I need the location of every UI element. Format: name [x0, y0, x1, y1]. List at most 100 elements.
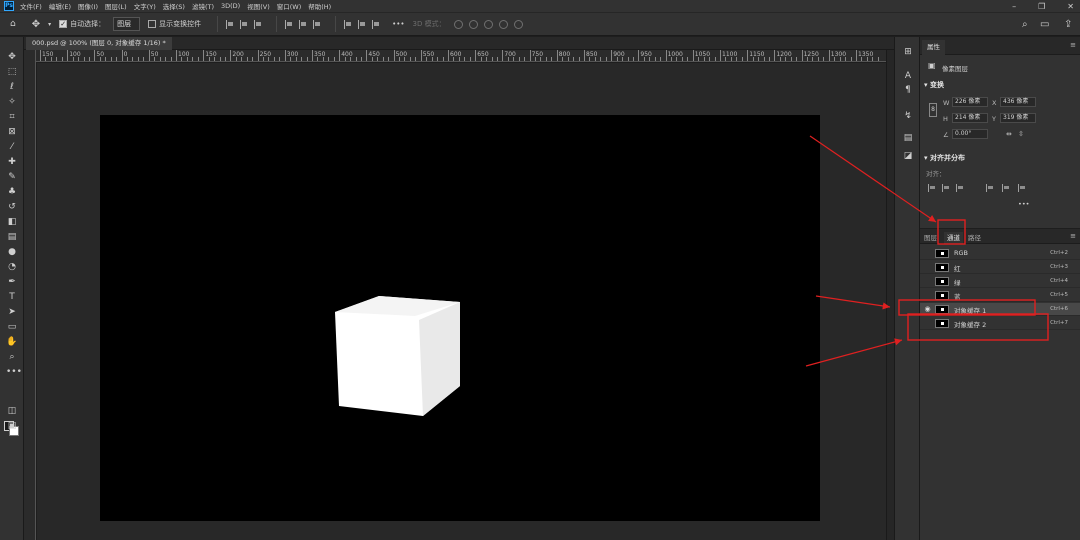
magic-wand-icon[interactable]: ✧ [6, 96, 18, 108]
minimize-icon[interactable]: – [1012, 2, 1016, 11]
height-field[interactable]: 214 像素 [952, 113, 988, 123]
align-vertical-centers-icon[interactable] [1002, 184, 1010, 192]
menu-select[interactable]: 选择(S) [163, 1, 185, 11]
more-tools-icon[interactable]: ••• [6, 366, 22, 378]
3d-slide-icon[interactable] [498, 19, 508, 29]
visibility-eye-icon[interactable] [923, 249, 932, 258]
character-panel-icon[interactable]: A [903, 71, 913, 81]
visibility-eye-icon[interactable] [923, 319, 932, 328]
frame-tool-icon[interactable]: ⊠ [6, 126, 18, 138]
angle-field[interactable]: 0.00° [952, 129, 988, 139]
channel-row[interactable]: RGB Ctrl+2 [920, 247, 1080, 260]
align-bottom-edges-icon[interactable] [1018, 184, 1026, 192]
channel-row[interactable]: ◉ 对象缓存 1 Ctrl+6 [920, 303, 1080, 316]
dodge-tool-icon[interactable]: ◔ [6, 261, 18, 273]
align-top-icon[interactable] [285, 19, 293, 29]
chevron-down-icon[interactable]: ▾ [48, 21, 51, 28]
align-horizontal-centers-icon[interactable] [942, 184, 950, 192]
share-icon[interactable]: ⇪ [1064, 19, 1072, 30]
distribute-vertical-icon[interactable] [358, 19, 366, 29]
menu-layer[interactable]: 图层(L) [105, 1, 127, 11]
lasso-tool-icon[interactable]: ℓ [6, 81, 18, 93]
type-tool-icon[interactable]: T [6, 291, 18, 303]
3d-drag-icon[interactable] [483, 19, 493, 29]
visibility-eye-icon[interactable]: ◉ [923, 305, 932, 314]
align-left-edges-icon[interactable] [928, 184, 936, 192]
document-tab[interactable]: 000.psd @ 100% (图层 0, 对象缓存 1/16) * [26, 37, 172, 50]
panel-menu-icon[interactable]: ≡ [1070, 232, 1076, 240]
panel-menu-icon[interactable]: ≡ [1070, 41, 1076, 49]
align-bottom-icon[interactable] [313, 19, 321, 29]
eraser-tool-icon[interactable]: ◧ [6, 216, 18, 228]
transform-header[interactable]: ▾ 变换 [924, 80, 944, 90]
menu-type[interactable]: 文字(Y) [134, 1, 156, 11]
width-field[interactable]: 226 像素 [952, 97, 988, 107]
align-right-edges-icon[interactable] [956, 184, 964, 192]
crop-tool-icon[interactable]: ⌗ [6, 111, 18, 123]
link-icon[interactable]: 8 [929, 103, 937, 117]
more-options-icon[interactable]: ••• [392, 20, 404, 28]
3d-camera-icon[interactable] [513, 19, 523, 29]
healing-brush-icon[interactable]: ✚ [6, 156, 18, 168]
workspace-icon[interactable]: ▭ [1040, 19, 1049, 30]
rectangle-tool-icon[interactable]: ▭ [6, 321, 18, 333]
flip-horizontal-icon[interactable]: ⇹ [1006, 130, 1012, 138]
tab-layers[interactable]: 图层 [924, 232, 937, 242]
quick-mask-icon[interactable]: ◫ [6, 405, 18, 417]
menu-file[interactable]: 文件(F) [20, 1, 42, 11]
paragraph-panel-icon[interactable]: ¶ [903, 85, 913, 95]
more-align-options[interactable]: ••• [1018, 200, 1030, 208]
vertical-scrollbar[interactable] [886, 50, 894, 540]
channel-row[interactable]: 对象缓存 2 Ctrl+7 [920, 317, 1080, 330]
libraries-panel-icon[interactable]: ▤ [903, 133, 913, 143]
y-field[interactable]: 319 像素 [1000, 113, 1036, 123]
properties-tab[interactable]: 属性 [922, 40, 945, 55]
zoom-tool-icon[interactable]: ⌕ [6, 351, 18, 363]
home-icon[interactable]: ⌂ [10, 19, 16, 29]
channel-row[interactable]: 绿 Ctrl+4 [920, 275, 1080, 288]
auto-select-checkbox[interactable]: ✓ [59, 20, 68, 28]
pen-tool-icon[interactable]: ✒ [6, 276, 18, 288]
visibility-eye-icon[interactable] [923, 263, 932, 272]
auto-select-dropdown[interactable]: 图层 [113, 17, 141, 31]
eyedropper-icon[interactable]: ⁄ [6, 141, 18, 153]
history-panel-icon[interactable]: ⊞ [903, 47, 913, 57]
menu-window[interactable]: 窗口(W) [277, 1, 302, 11]
align-left-icon[interactable] [226, 19, 234, 29]
marquee-tool-icon[interactable]: ⬚ [6, 66, 18, 78]
align-distribute-header[interactable]: ▾ 对齐并分布 [924, 153, 965, 163]
path-select-icon[interactable]: ➤ [6, 306, 18, 318]
menu-3d[interactable]: 3D(D) [221, 2, 240, 10]
menu-view[interactable]: 视图(V) [247, 1, 270, 11]
tab-channels[interactable]: 通道 [944, 232, 963, 244]
maximize-icon[interactable]: ❐ [1038, 2, 1045, 11]
align-middle-icon[interactable] [299, 19, 307, 29]
menu-help[interactable]: 帮助(H) [308, 1, 331, 11]
search-icon[interactable]: ⌕ [1022, 19, 1028, 30]
history-brush-icon[interactable]: ↺ [6, 201, 18, 213]
show-transform-checkbox[interactable] [148, 20, 157, 28]
menu-filter[interactable]: 滤镜(T) [192, 1, 214, 11]
auto-select-option[interactable]: ✓ 自动选择： [59, 19, 105, 29]
channel-row[interactable]: 蓝 Ctrl+5 [920, 289, 1080, 302]
horizontal-ruler[interactable]: 150 100 50 0 50 100 150 200 250 300 350 400 450 500 55… [36, 50, 894, 62]
flip-vertical-icon[interactable]: ⇳ [1018, 130, 1024, 138]
move-tool-icon[interactable]: ✥ [6, 51, 18, 63]
tab-paths[interactable]: 路径 [968, 232, 981, 242]
clone-stamp-icon[interactable]: ♣ [6, 186, 18, 198]
move-tool-icon[interactable]: ✥ [32, 19, 40, 30]
menu-edit[interactable]: 编辑(E) [49, 1, 71, 11]
3d-roll-icon[interactable] [468, 19, 478, 29]
menu-image[interactable]: 图像(I) [78, 1, 98, 11]
visibility-eye-icon[interactable] [923, 277, 932, 286]
distribute-spacing-icon[interactable] [372, 19, 380, 29]
visibility-eye-icon[interactable] [923, 291, 932, 300]
glyphs-panel-icon[interactable]: ↯ [903, 111, 913, 121]
close-icon[interactable]: ✕ [1067, 2, 1074, 11]
3d-rotate-icon[interactable] [453, 19, 463, 29]
screen-mode-icon[interactable]: ▣ [6, 420, 18, 432]
blur-tool-icon[interactable]: ● [6, 246, 18, 258]
gradient-tool-icon[interactable]: ▤ [6, 231, 18, 243]
align-right-icon[interactable] [254, 19, 262, 29]
x-field[interactable]: 436 像素 [1000, 97, 1036, 107]
